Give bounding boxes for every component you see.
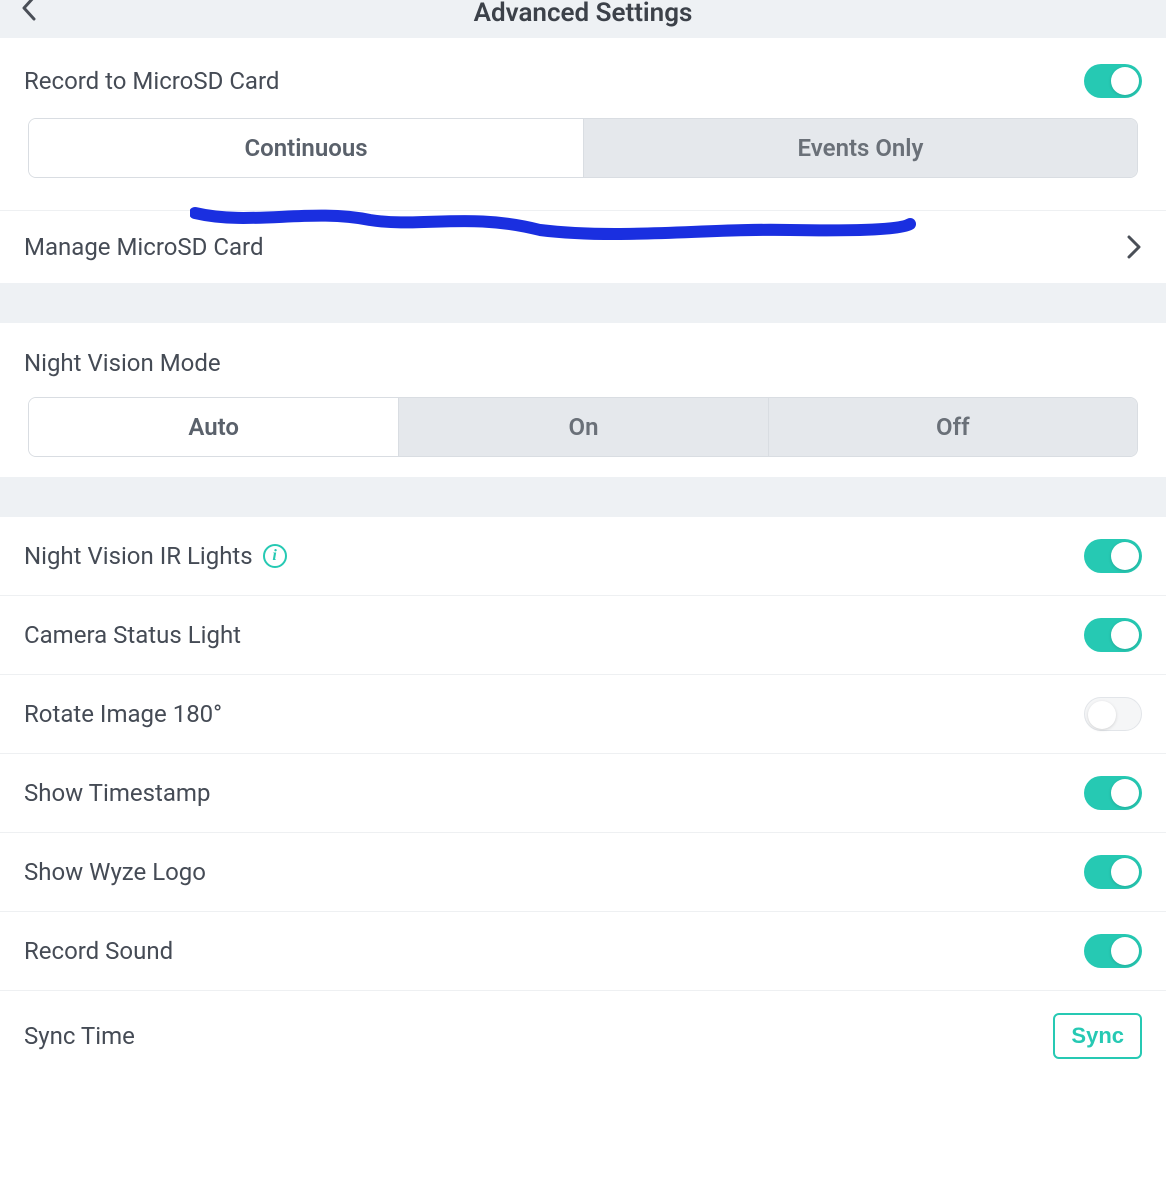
rotate-label: Rotate Image 180°: [24, 700, 222, 728]
logo-row: Show Wyze Logo: [0, 833, 1166, 912]
rotate-toggle[interactable]: [1084, 697, 1142, 731]
sound-toggle[interactable]: [1084, 934, 1142, 968]
section-gap: [0, 283, 1166, 323]
page-title: Advanced Settings: [474, 0, 693, 28]
record-section: Record to MicroSD Card Continuous Events…: [0, 38, 1166, 283]
logo-label: Show Wyze Logo: [24, 858, 206, 886]
sync-time-label: Sync Time: [24, 1022, 135, 1050]
section-gap: [0, 477, 1166, 517]
logo-toggle[interactable]: [1084, 855, 1142, 889]
chevron-right-icon: [1126, 234, 1142, 260]
timestamp-toggle[interactable]: [1084, 776, 1142, 810]
segment-auto[interactable]: Auto: [29, 398, 398, 456]
timestamp-row: Show Timestamp: [0, 754, 1166, 833]
rotate-row: Rotate Image 180°: [0, 675, 1166, 754]
ir-lights-row: Night Vision IR Lights i: [0, 517, 1166, 596]
record-mode-segmented: Continuous Events Only: [28, 118, 1138, 178]
info-icon[interactable]: i: [263, 544, 287, 568]
night-vision-segmented: Auto On Off: [28, 397, 1138, 457]
ir-lights-toggle[interactable]: [1084, 539, 1142, 573]
header-bar: Advanced Settings: [0, 0, 1166, 38]
back-button[interactable]: [20, 0, 38, 26]
segment-continuous[interactable]: Continuous: [29, 119, 583, 177]
status-light-label: Camera Status Light: [24, 621, 241, 649]
manage-sd-row[interactable]: Manage MicroSD Card: [0, 211, 1166, 283]
night-vision-label: Night Vision Mode: [0, 323, 1166, 397]
record-toggle[interactable]: [1084, 64, 1142, 98]
manage-sd-label: Manage MicroSD Card: [24, 233, 263, 261]
segment-events-only[interactable]: Events Only: [583, 119, 1137, 177]
sync-button[interactable]: Sync: [1053, 1013, 1142, 1059]
timestamp-label: Show Timestamp: [24, 779, 210, 807]
status-light-row: Camera Status Light: [0, 596, 1166, 675]
record-row: Record to MicroSD Card: [0, 38, 1166, 118]
sound-label: Record Sound: [24, 937, 173, 965]
sync-time-row: Sync Time Sync: [0, 991, 1166, 1081]
status-light-toggle[interactable]: [1084, 618, 1142, 652]
ir-lights-label: Night Vision IR Lights: [24, 542, 253, 570]
record-label: Record to MicroSD Card: [24, 67, 279, 95]
night-vision-section: Night Vision Mode Auto On Off: [0, 323, 1166, 457]
segment-off[interactable]: Off: [768, 398, 1137, 456]
toggles-section: Night Vision IR Lights i Camera Status L…: [0, 517, 1166, 1081]
chevron-left-icon: [20, 0, 38, 22]
segment-on[interactable]: On: [398, 398, 767, 456]
sound-row: Record Sound: [0, 912, 1166, 991]
